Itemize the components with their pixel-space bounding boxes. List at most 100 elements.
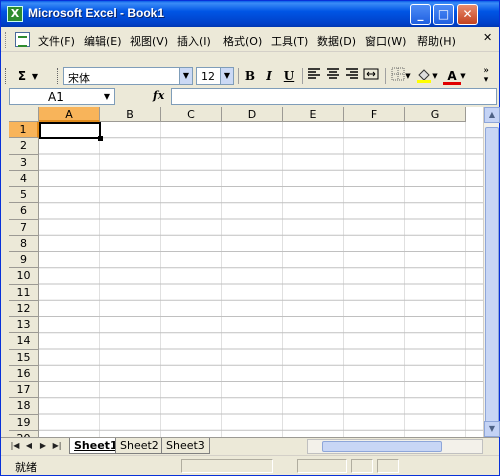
status-panel: [297, 459, 347, 473]
italic-button[interactable]: I: [260, 67, 278, 85]
row-header-14[interactable]: 14: [9, 333, 39, 350]
horizontal-scroll-thumb[interactable]: [322, 441, 442, 452]
minimize-icon: _: [417, 7, 424, 21]
underline-button[interactable]: U: [280, 67, 298, 85]
row-header-10[interactable]: 10: [9, 268, 39, 285]
maximize-button[interactable]: □: [433, 4, 454, 25]
toolbar-separator: [302, 68, 303, 84]
toolbar-separator: [238, 68, 239, 84]
chevron-down-icon[interactable]: ▼: [101, 90, 113, 103]
scroll-up-icon[interactable]: ▲: [484, 107, 500, 123]
cell-area[interactable]: [39, 122, 483, 437]
sheet-tab-sheet2[interactable]: Sheet2: [115, 438, 164, 454]
formatting-toolbar: Σ ▼ 宋体 ▼ 12 ▼ B I U ▼ ▼ A ▼ » ▾: [1, 65, 499, 87]
column-header-d[interactable]: D: [222, 107, 283, 122]
borders-dropdown-icon[interactable]: ▼: [404, 67, 412, 85]
row-header-2[interactable]: 2: [9, 138, 39, 155]
window-title: Microsoft Excel - Book1: [28, 6, 165, 20]
font-size-value: 12: [201, 70, 215, 83]
doc-close-icon[interactable]: ✕: [483, 31, 492, 44]
toolbar-separator: [385, 68, 386, 84]
next-sheet-icon[interactable]: ▶: [37, 440, 49, 452]
row-header-3[interactable]: 3: [9, 154, 39, 171]
fill-color-dropdown-icon[interactable]: ▼: [431, 67, 439, 85]
menu-insert[interactable]: 插入(I): [177, 33, 211, 49]
row-header-17[interactable]: 17: [9, 382, 39, 399]
vertical-scroll-thumb[interactable]: [485, 127, 499, 427]
close-button[interactable]: ✕: [457, 4, 478, 25]
menubar-grip[interactable]: [5, 32, 8, 48]
bold-button[interactable]: B: [241, 67, 259, 85]
row-header-7[interactable]: 7: [9, 219, 39, 236]
prev-sheet-icon[interactable]: ◀: [23, 440, 35, 452]
workbook-icon[interactable]: [15, 32, 30, 47]
font-name-select[interactable]: 宋体 ▼: [63, 67, 193, 85]
row-header-6[interactable]: 6: [9, 203, 39, 220]
menu-data[interactable]: 数据(D): [317, 33, 356, 49]
row-header-4[interactable]: 4: [9, 170, 39, 187]
column-header-b[interactable]: B: [100, 107, 161, 122]
row-header-1[interactable]: 1: [9, 122, 39, 139]
select-all-corner[interactable]: [9, 107, 39, 122]
toolbar-grip-2[interactable]: [57, 68, 60, 84]
row-header-19[interactable]: 19: [9, 414, 39, 431]
excel-window: X Microsoft Excel - Book1 _ □ ✕ 文件(F) 编辑…: [0, 0, 500, 476]
name-box[interactable]: A1 ▼: [9, 88, 115, 105]
row-header-16[interactable]: 16: [9, 365, 39, 382]
column-header-e[interactable]: E: [283, 107, 344, 122]
formula-bar: A1 ▼ fx: [1, 88, 499, 106]
close-icon: ✕: [462, 7, 473, 21]
status-panel: [377, 459, 399, 473]
chevron-down-icon[interactable]: ▼: [220, 68, 233, 84]
first-sheet-icon[interactable]: |◀: [9, 440, 21, 452]
worksheet-grid[interactable]: ABCDEFG1234567891011121314151617181920: [9, 107, 483, 437]
last-sheet-icon[interactable]: ▶|: [51, 440, 63, 452]
font-size-select[interactable]: 12 ▼: [196, 67, 234, 85]
name-box-value: A1: [48, 90, 64, 104]
minimize-button[interactable]: _: [410, 4, 431, 25]
toolbar-grip[interactable]: [5, 68, 8, 84]
menu-bar: 文件(F) 编辑(E) 视图(V) 插入(I) 格式(O) 工具(T) 数据(D…: [1, 28, 499, 52]
merge-center-icon[interactable]: [362, 67, 380, 85]
maximize-icon: □: [437, 7, 450, 21]
menu-view[interactable]: 视图(V): [130, 33, 168, 49]
chevron-down-icon[interactable]: ▼: [179, 68, 192, 84]
align-center-icon[interactable]: [324, 67, 342, 85]
status-panel: [181, 459, 273, 473]
font-color-dropdown-icon[interactable]: ▼: [459, 67, 467, 85]
column-header-a[interactable]: A: [39, 107, 100, 122]
formula-input[interactable]: [171, 88, 497, 105]
font-name-value: 宋体: [68, 72, 90, 85]
menu-file[interactable]: 文件(F): [38, 33, 75, 49]
row-header-12[interactable]: 12: [9, 300, 39, 317]
active-cell[interactable]: [39, 122, 103, 141]
row-header-13[interactable]: 13: [9, 317, 39, 334]
sheet-tab-bar: |◀ ◀ ▶ ▶| Sheet1 Sheet2 Sheet3: [1, 437, 499, 454]
column-header-f[interactable]: F: [344, 107, 405, 122]
column-header-c[interactable]: C: [161, 107, 222, 122]
row-header-8[interactable]: 8: [9, 235, 39, 252]
row-header-9[interactable]: 9: [9, 252, 39, 269]
horizontal-scrollbar[interactable]: [307, 439, 483, 454]
menu-help[interactable]: 帮助(H): [417, 33, 456, 49]
align-right-icon[interactable]: [343, 67, 361, 85]
vertical-scrollbar[interactable]: ▲ ▼: [483, 107, 500, 437]
title-bar[interactable]: X Microsoft Excel - Book1 _ □ ✕: [1, 1, 499, 27]
row-header-18[interactable]: 18: [9, 398, 39, 415]
toolbar-options-icon[interactable]: » ▾: [479, 67, 493, 85]
menu-tools[interactable]: 工具(T): [271, 33, 308, 49]
sheet-tab-sheet3[interactable]: Sheet3: [161, 438, 210, 454]
menu-edit[interactable]: 编辑(E): [84, 33, 122, 49]
menu-format[interactable]: 格式(O): [223, 33, 262, 49]
row-header-15[interactable]: 15: [9, 349, 39, 366]
autosum-dropdown-icon[interactable]: ▼: [29, 67, 41, 85]
column-header-g[interactable]: G: [405, 107, 466, 122]
row-header-11[interactable]: 11: [9, 284, 39, 301]
excel-app-icon[interactable]: X: [7, 6, 23, 22]
row-header-5[interactable]: 5: [9, 187, 39, 204]
scroll-down-icon[interactable]: ▼: [484, 421, 500, 437]
insert-function-icon[interactable]: fx: [153, 89, 164, 102]
align-left-icon[interactable]: [305, 67, 323, 85]
menu-window[interactable]: 窗口(W): [365, 33, 406, 49]
status-panel: [351, 459, 373, 473]
